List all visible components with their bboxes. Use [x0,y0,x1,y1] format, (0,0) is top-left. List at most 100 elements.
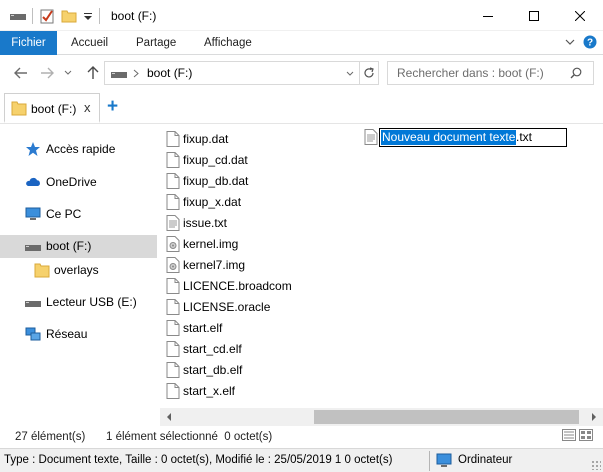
customize-toolbar-icon[interactable] [83,10,93,22]
navigation-pane: Accès rapide OneDrive Ce PC boot (F:) ov… [0,124,160,424]
file-icon [166,383,180,399]
nav-label: overlays [54,263,99,277]
details-view-icon[interactable] [562,429,576,441]
drive-icon [25,301,41,307]
item-count: 27 élément(s) [15,431,86,443]
up-button[interactable] [84,64,102,82]
forward-button[interactable] [38,64,56,82]
address-bar[interactable]: boot (F:) [104,61,379,85]
tab-label: boot (F:) [31,102,77,116]
file-icon [166,341,180,357]
file-icon [166,194,180,210]
drive-icon [10,14,26,20]
nav-item-onedrive[interactable]: OneDrive [0,171,157,194]
nav-item-overlays[interactable]: overlays [0,259,157,282]
search-icon[interactable] [570,67,582,79]
back-button[interactable] [12,64,30,82]
rename-item[interactable]: Nouveau document texte .txt [364,127,567,147]
tab-close-button[interactable]: x [84,100,91,115]
file-icon [166,299,180,315]
file-name: start_x.elf [183,384,236,398]
chevron-right-icon[interactable] [133,69,139,78]
folder-icon [11,101,27,116]
scroll-left-button[interactable] [160,408,178,426]
file-name: start.elf [183,321,223,335]
file-name: fixup_x.dat [183,195,242,209]
tab-file[interactable]: Fichier [0,31,57,55]
rename-extension[interactable]: .txt [516,130,532,145]
close-button[interactable] [557,0,603,31]
resize-grip[interactable] [591,460,601,470]
maximize-icon [529,10,539,21]
nav-label: Réseau [46,327,88,341]
rename-input[interactable]: Nouveau document texte .txt [379,128,567,147]
nav-item-network[interactable]: Réseau [0,323,157,346]
chevron-down-icon[interactable] [565,38,575,46]
search-box[interactable]: Rechercher dans : boot (F:) [387,61,594,85]
computer-icon [436,453,452,467]
horizontal-scrollbar[interactable] [160,408,603,426]
network-icon [25,327,41,341]
file-name: LICENCE.broadcom [183,279,292,293]
minimize-button[interactable] [465,0,511,31]
new-tab-button[interactable]: + [107,96,118,118]
maximize-button[interactable] [511,0,557,31]
file-list: fixup.dat fixup_cd.dat fixup_db.dat fixup_x… [160,124,603,408]
properties-icon[interactable] [39,8,55,24]
chevron-left-icon [167,413,171,421]
tab-share[interactable]: Partage [136,31,176,55]
chevron-right-icon [592,413,596,421]
arrow-right-icon [41,67,54,79]
status-bar: 27 élément(s) 1 élément sélectionné 0 oc… [0,426,603,448]
file-icon [166,131,180,147]
refresh-icon[interactable] [363,67,375,79]
computer-icon [25,207,41,220]
file-icon [166,278,180,294]
chevron-down-icon [64,70,72,75]
file-icon [166,152,180,168]
image-file-icon [166,257,180,273]
chevron-down-icon[interactable] [346,71,354,77]
nav-item-boot[interactable]: boot (F:) [0,235,157,258]
file-name: start_cd.elf [183,342,242,356]
minimize-icon [483,15,493,17]
file-name: fixup_db.dat [183,174,249,188]
text-file-icon [364,129,378,145]
view-buttons [562,429,593,441]
file-name: kernel.img [183,237,239,251]
nav-label: Accès rapide [46,142,116,156]
scroll-right-button[interactable] [585,408,603,426]
nav-item-quick-access[interactable]: Accès rapide [0,138,157,161]
arrow-left-icon [14,67,27,79]
recent-locations-button[interactable] [62,64,74,82]
close-icon [575,10,585,21]
svg-text:?: ? [587,38,593,49]
scroll-thumb[interactable] [314,410,579,424]
file-details: Type : Document texte, Taille : 0 octet(… [4,454,393,466]
nav-label: OneDrive [46,175,97,189]
tab-boot[interactable]: boot (F:) x [4,93,100,123]
quick-access-toolbar [10,8,100,24]
new-folder-icon[interactable] [61,8,77,24]
nav-item-this-pc[interactable]: Ce PC [0,203,157,226]
zone-label: Ordinateur [458,454,513,466]
arrow-up-icon [87,66,99,79]
nav-label: boot (F:) [46,239,92,253]
address-path[interactable]: boot (F:) [147,66,192,80]
nav-label: Ce PC [46,207,82,221]
search-input[interactable]: Rechercher dans : boot (F:) [397,66,544,80]
tab-home[interactable]: Accueil [71,31,108,55]
large-icons-view-icon[interactable] [579,429,593,441]
tab-strip: boot (F:) x [0,91,603,124]
rename-selected-text[interactable]: Nouveau document texte [381,130,517,145]
help-icon[interactable]: ? [583,35,597,49]
file-name: LICENSE.oracle [183,300,271,314]
separator [32,8,33,24]
separator [99,8,100,24]
text-file-icon [166,215,180,231]
nav-item-usb-drive[interactable]: Lecteur USB (E:) [0,291,157,314]
tab-view[interactable]: Affichage [204,31,252,55]
folder-icon [34,263,50,278]
separator [429,451,430,471]
title-bar: boot (F:) [0,0,603,31]
